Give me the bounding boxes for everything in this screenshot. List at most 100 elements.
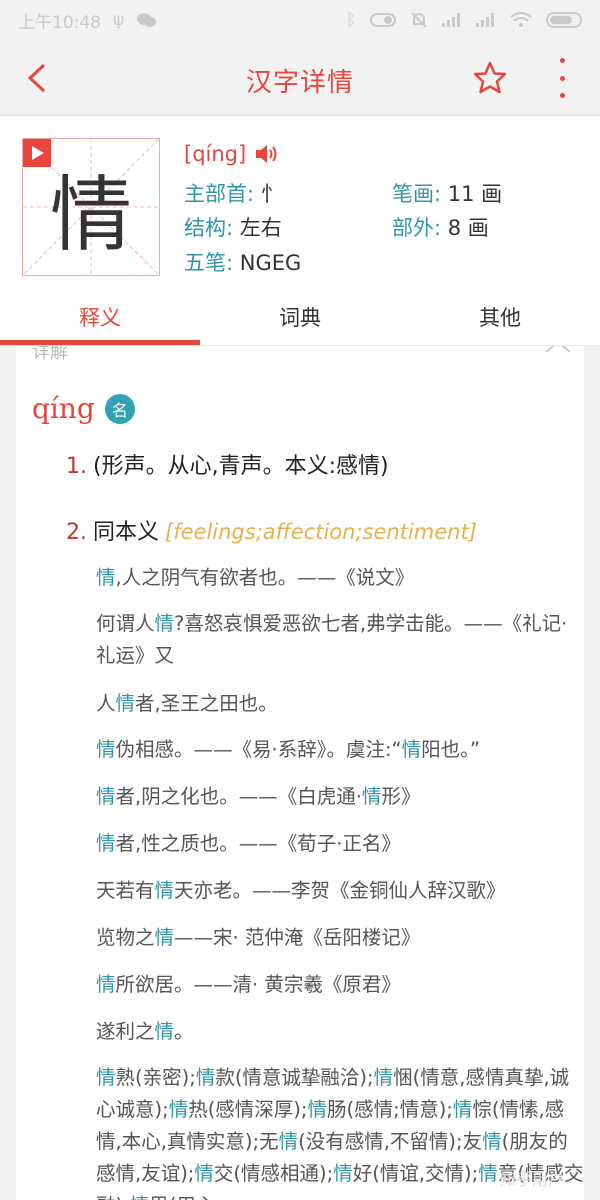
example-text: ——宋· 范仲淹《岳阳楼记》 [174, 926, 421, 949]
chat-icon [137, 13, 157, 27]
usb-icon: ψ [113, 10, 125, 30]
character-box: 情 [22, 138, 160, 276]
example-text: 所欲居。——清· 黄宗羲《原君》 [115, 973, 401, 996]
definition-number: 2. [66, 520, 87, 545]
highlighted-character: 情 [96, 1066, 116, 1089]
example-text: 人 [96, 692, 116, 715]
character-panel: 情 [qíng] 主部首: 忄 笔画: 11 画 结构: 左右 部外: 8 画 … [0, 116, 600, 288]
stroke-play-icon[interactable] [23, 139, 51, 167]
example-text: 款(情意诚挚融洽); [215, 1066, 374, 1089]
radical-label: 主部首: [184, 182, 255, 206]
highlighted-character: 情 [401, 738, 422, 761]
definition-number: 1. [66, 454, 87, 479]
example-text: 热(感情深厚); [188, 1098, 308, 1121]
speaker-icon[interactable] [254, 143, 280, 165]
highlighted-character: 情 [373, 1066, 394, 1089]
radical-info: 主部首: 忄 [184, 178, 282, 208]
page-title: 汉字详情 [245, 68, 354, 98]
tab-bar: 释义 词典 其他 [0, 288, 600, 346]
tab-dictionary[interactable]: 词典 [200, 288, 400, 345]
highlighted-character: 情 [478, 1162, 498, 1185]
wubi-info: 五笔: NGEG [184, 247, 301, 277]
highlighted-character: 情 [96, 738, 116, 761]
pinyin-row: [qíng] [184, 142, 280, 166]
definition-card: 详解 qíng 名 1. (形声。从心,青声。本义:感情) 2. 同本义 [feeli… [16, 346, 584, 1200]
example-10: 遂利之情。 [96, 1016, 584, 1048]
structure-label: 结构: [184, 216, 234, 240]
highlighted-character: 情 [361, 785, 382, 808]
battery-icon [546, 12, 582, 28]
example-8: 览物之情——宋· 范仲淹《岳阳楼记》 [96, 922, 584, 954]
highlighted-character: 情 [154, 1020, 175, 1043]
collapse-chevron-icon[interactable] [544, 346, 572, 356]
outer-strokes-info: 部外: 8 画 [392, 212, 489, 242]
example-text: 遂利之 [96, 1020, 155, 1043]
example-text: 熟(亲密); [115, 1066, 196, 1089]
example-text: 形》 [381, 785, 421, 808]
example-6: 情者,性之质也。——《荀子·正名》 [96, 828, 584, 860]
highlighted-character: 情 [115, 692, 136, 715]
more-menu-icon[interactable] [552, 58, 572, 98]
toggle-icon [370, 13, 396, 27]
bluetooth-icon: ᛒ [345, 10, 356, 30]
highlighted-character: 情 [96, 832, 116, 855]
definition-english: [feelings;affection;sentiment] [165, 520, 477, 544]
content-area[interactable]: 详解 qíng 名 1. (形声。从心,青声。本义:感情) 2. 同本义 [feeli… [0, 346, 600, 1200]
example-text: 阳也。” [421, 738, 481, 761]
highlighted-character: 情 [452, 1098, 473, 1121]
strokes-value: 11 画 [447, 182, 503, 206]
pronunciation-row: qíng 名 [32, 392, 135, 425]
highlighted-character: 情 [333, 1162, 353, 1185]
wubi-value: NGEG [239, 251, 302, 275]
outer-strokes-label: 部外: [392, 216, 442, 240]
example-1: 情,人之阴气有欲者也。——《说文》 [96, 562, 584, 594]
highlighted-character: 情 [96, 785, 116, 808]
signal-icon-2 [476, 13, 496, 27]
structure-value: 左右 [239, 216, 282, 240]
app-header: 汉字详情 [0, 40, 600, 116]
pinyin-text: [qíng] [184, 142, 247, 166]
tab-definition[interactable]: 释义 [0, 288, 200, 345]
example-text: ,人之阴气有欲者也。——《说文》 [115, 566, 415, 589]
example-text: 者,性之质也。——《荀子·正名》 [115, 832, 401, 855]
example-text: 天若有 [96, 879, 155, 902]
example-7: 天若有情天亦老。——李贺《金铜仙人辞汉歌》 [96, 875, 584, 907]
example-text: 伪相感。——《易·系辞》。虞注:“ [115, 738, 402, 761]
strokes-info: 笔画: 11 画 [392, 178, 502, 208]
watermark: 知乎用户 [500, 1170, 565, 1189]
example-text: 交(情感相通); [213, 1162, 334, 1185]
highlighted-character: 情 [154, 879, 175, 902]
signal-icon [442, 13, 462, 27]
example-text: 览物之 [96, 926, 155, 949]
example-2: 何谓人情?喜怒哀惧爱恶欲七者,弗学击能。——《礼记·礼运》又 [96, 608, 584, 672]
example-text: 者,阴之化也。——《白虎通· [115, 785, 362, 808]
status-time: 上午10:48 [18, 12, 101, 33]
outer-strokes-value: 8 画 [447, 216, 489, 240]
tab-other[interactable]: 其他 [400, 288, 600, 345]
highlighted-character: 情 [154, 612, 175, 635]
example-text: 天亦老。——李贺《金铜仙人辞汉歌》 [174, 879, 506, 902]
highlighted-character: 情 [96, 973, 116, 996]
example-3: 人情者,圣王之田也。 [96, 688, 584, 720]
wubi-label: 五笔: [184, 251, 234, 275]
pronunciation-text: qíng [32, 392, 95, 425]
highlighted-character: 情 [482, 1130, 502, 1153]
example-text: 思(用心 [149, 1194, 215, 1200]
example-4: 情伪相感。——《易·系辞》。虞注:“情阳也。” [96, 734, 584, 766]
definition-text: 同本义 [93, 520, 160, 545]
example-text: 者,圣王之田也。 [135, 692, 278, 715]
highlighted-character: 情 [168, 1098, 189, 1121]
section-heading: 详解 [32, 346, 68, 363]
structure-info: 结构: 左右 [184, 212, 282, 242]
example-9: 情所欲居。——清· 黄宗羲《原君》 [96, 969, 584, 1001]
example-text: 。 [174, 1020, 194, 1043]
part-of-speech-badge: 名 [104, 393, 135, 424]
strokes-label: 笔画: [392, 182, 442, 206]
example-text: 肠(感情;情意); [327, 1098, 453, 1121]
wifi-icon [510, 12, 532, 27]
definition-2: 2. 同本义 [feelings;affection;sentiment] [66, 514, 477, 546]
mute-icon [411, 12, 427, 28]
example-text: 何谓人 [96, 612, 155, 635]
example-text: (没有感情,不留情);友 [298, 1130, 483, 1153]
favorite-star-icon[interactable] [472, 60, 508, 96]
